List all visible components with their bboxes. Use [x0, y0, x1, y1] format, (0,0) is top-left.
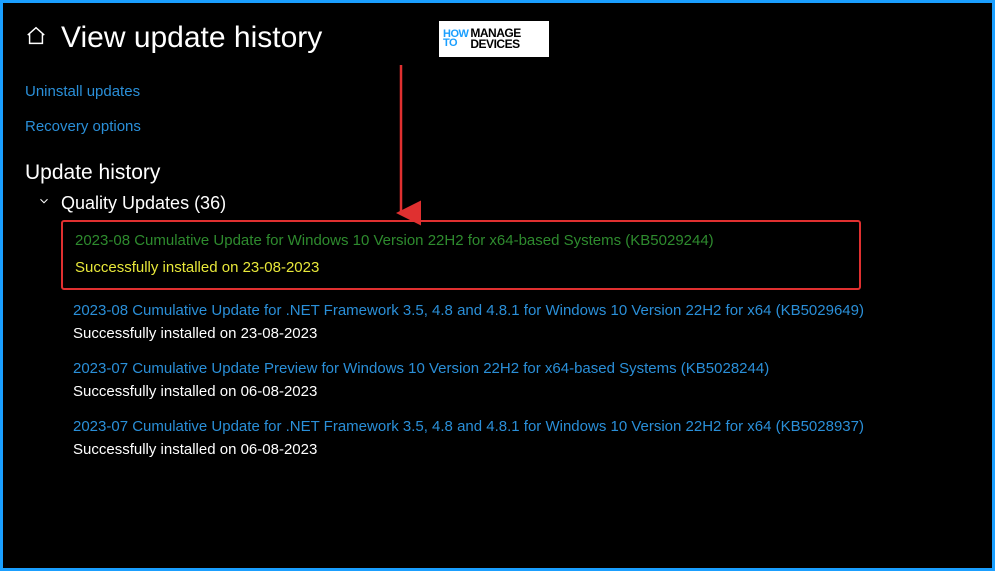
home-icon[interactable]	[25, 25, 47, 52]
update-title-link[interactable]: 2023-08 Cumulative Update for Windows 10…	[75, 232, 847, 249]
logo-right: MANAGE DEVICES	[470, 28, 520, 51]
update-title-link[interactable]: 2023-07 Cumulative Update Preview for Wi…	[73, 360, 970, 377]
update-item: 2023-07 Cumulative Update for .NET Frame…	[73, 410, 970, 468]
highlighted-update: 2023-08 Cumulative Update for Windows 10…	[61, 220, 861, 290]
updates-list: 2023-08 Cumulative Update for Windows 10…	[25, 220, 970, 468]
update-status: Successfully installed on 06-08-2023	[73, 383, 970, 400]
update-status: Successfully installed on 06-08-2023	[73, 441, 970, 458]
update-title-link[interactable]: 2023-07 Cumulative Update for .NET Frame…	[73, 418, 970, 435]
section-title: Update history	[25, 161, 970, 185]
group-label: Quality Updates (36)	[61, 193, 226, 214]
uninstall-updates-link[interactable]: Uninstall updates	[25, 83, 970, 100]
chevron-down-icon	[37, 194, 51, 213]
update-title-link[interactable]: 2023-08 Cumulative Update for .NET Frame…	[73, 302, 970, 319]
watermark-logo: HOW TO MANAGE DEVICES	[437, 19, 551, 59]
logo-left: HOW TO	[443, 30, 468, 49]
update-item: 2023-08 Cumulative Update for .NET Frame…	[73, 294, 970, 352]
logo-text: TO	[443, 39, 468, 48]
logo-text: DEVICES	[470, 39, 520, 50]
update-status: Successfully installed on 23-08-2023	[73, 325, 970, 342]
update-status: Successfully installed on 23-08-2023	[75, 259, 847, 276]
action-links: Uninstall updates Recovery options	[25, 83, 970, 135]
update-item: 2023-07 Cumulative Update Preview for Wi…	[73, 352, 970, 410]
quality-updates-group-header[interactable]: Quality Updates (36)	[25, 193, 970, 214]
page-title: View update history	[61, 21, 322, 55]
recovery-options-link[interactable]: Recovery options	[25, 118, 970, 135]
